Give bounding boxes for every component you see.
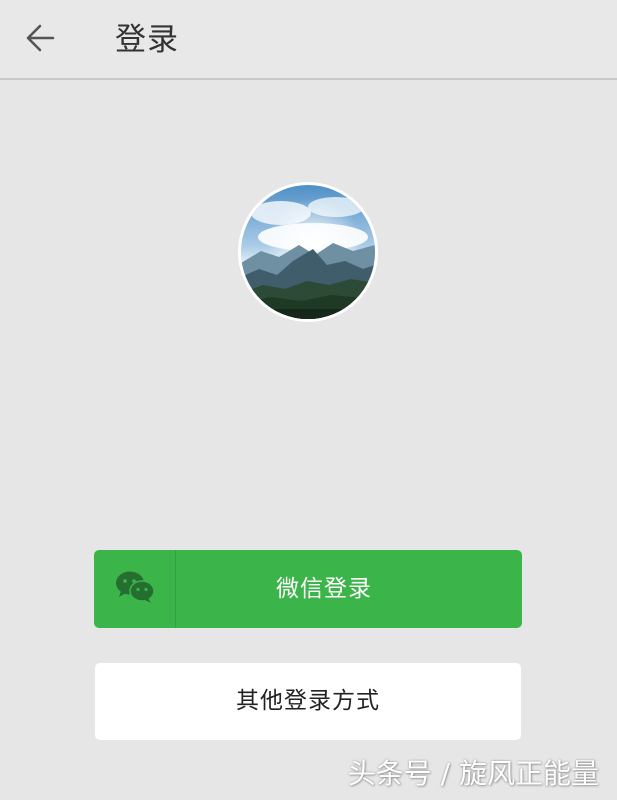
wechat-login-button[interactable]: 微信登录 — [94, 550, 522, 628]
avatar-image — [241, 185, 375, 319]
wechat-icon — [115, 570, 155, 608]
wechat-icon-container — [94, 550, 176, 628]
watermark-text: 头条号 / 旋风正能量 — [347, 757, 599, 790]
avatar — [238, 182, 378, 322]
back-button[interactable] — [18, 18, 64, 62]
page-title: 登录 — [115, 22, 179, 58]
arrow-left-icon — [23, 20, 59, 60]
wechat-login-label: 微信登录 — [276, 576, 372, 602]
top-bar: 登录 — [0, 0, 617, 80]
other-login-button[interactable]: 其他登录方式 — [95, 663, 521, 740]
